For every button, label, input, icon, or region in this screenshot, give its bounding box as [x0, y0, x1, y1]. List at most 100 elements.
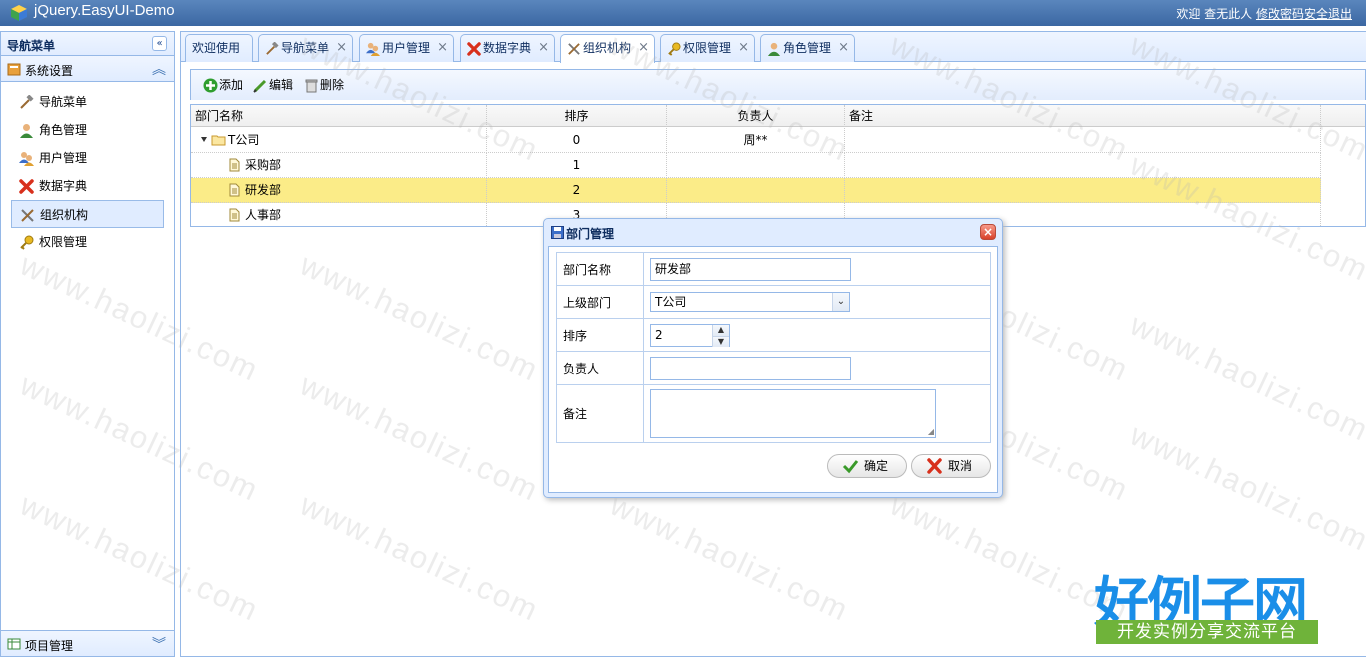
- cancel-x-icon: [927, 458, 942, 474]
- cell-name: 人事部: [191, 203, 487, 226]
- cell-name: 研发部: [191, 178, 487, 203]
- tab-user-management[interactable]: 用户管理 ×: [359, 34, 454, 62]
- tab-label: 权限管理: [683, 41, 732, 55]
- sort-number-spinner[interactable]: 2 ▲ ▼: [650, 323, 730, 347]
- sidebar-item-label: 导航菜单: [39, 95, 88, 109]
- cell-manager: [667, 178, 845, 203]
- tree-expanded-icon[interactable]: [201, 137, 207, 142]
- top-header: jQuery.EasyUI-Demo 欢迎 查无此人 修改密码安全退出: [0, 0, 1366, 26]
- tab-welcome[interactable]: 欢迎使用: [185, 34, 253, 62]
- logout-link[interactable]: 安全退出: [1304, 7, 1352, 21]
- change-password-link[interactable]: 修改密码: [1256, 7, 1304, 21]
- spinner-up-icon[interactable]: ▲: [712, 324, 729, 336]
- dialog-header[interactable]: 部门管理 ×: [544, 219, 1002, 245]
- tab-label: 导航菜单: [281, 41, 330, 55]
- confirm-button-label: 确定: [864, 459, 889, 473]
- welcome-text: 欢迎 查无此人: [1176, 7, 1253, 21]
- tab-permission[interactable]: 权限管理 ×: [660, 34, 755, 62]
- chevron-down-icon[interactable]: ︾: [152, 634, 166, 654]
- department-name-input[interactable]: 研发部: [650, 257, 851, 281]
- sidebar-item-nav-menu[interactable]: 导航菜单: [11, 88, 164, 116]
- file-icon: [229, 183, 240, 197]
- tools-icon: [568, 42, 580, 55]
- cell-remark: [845, 153, 1321, 178]
- cancel-button-label: 取消: [948, 459, 973, 473]
- tab-bar: 欢迎使用 导航菜单 × 用户管理 × 数据字典 × 组织机构 × 权限管理 × …: [181, 32, 1366, 63]
- add-button[interactable]: 添加: [203, 77, 243, 95]
- sidebar-item-data-dictionary[interactable]: 数据字典: [11, 172, 164, 200]
- sidebar-item-label: 权限管理: [39, 235, 88, 249]
- hammer-icon: [266, 41, 279, 55]
- chevron-down-icon[interactable]: ⌄: [832, 293, 849, 311]
- red-x-icon: [19, 179, 34, 194]
- key-icon: [668, 41, 681, 56]
- sidebar-item-role-management[interactable]: 角色管理: [11, 116, 164, 144]
- tab-nav-menu[interactable]: 导航菜单 ×: [258, 34, 353, 62]
- save-icon: [551, 226, 564, 239]
- accordion-title-projects: 项目管理: [25, 639, 74, 653]
- table-row[interactable]: T公司 0 周**: [191, 128, 1321, 153]
- department-dialog: 部门管理 × 部门名称 研发部 上级部门 T公司 ⌄ 排序 2 ▲ ▼ 负责人 备注 …: [543, 218, 1003, 498]
- column-header-name[interactable]: 部门名称: [191, 105, 487, 127]
- manager-input[interactable]: [650, 356, 851, 380]
- tab-label: 数据字典: [483, 41, 532, 55]
- department-name: 采购部: [245, 158, 282, 172]
- cell-manager: 周**: [667, 128, 845, 153]
- close-icon[interactable]: ×: [638, 35, 649, 61]
- delete-button[interactable]: 删除: [304, 77, 344, 95]
- tools-icon: [21, 209, 34, 222]
- label-department-name: 部门名称: [556, 252, 644, 286]
- chevron-up-icon[interactable]: ︽: [152, 59, 166, 79]
- department-name: 人事部: [245, 208, 282, 222]
- user-icon: [20, 124, 33, 138]
- table-row[interactable]: 采购部 1: [191, 153, 1321, 178]
- edit-button[interactable]: 编辑: [253, 77, 293, 95]
- cancel-button[interactable]: 取消: [911, 454, 991, 478]
- check-icon: [842, 460, 859, 474]
- close-icon[interactable]: ×: [437, 35, 448, 61]
- brand-tagline: 开发实例分享交流平台: [1096, 620, 1318, 644]
- dialog-title: 部门管理: [566, 227, 615, 241]
- parent-department-value: T公司: [655, 295, 687, 309]
- tab-role-management[interactable]: 角色管理 ×: [760, 34, 855, 62]
- sidebar-item-user-management[interactable]: 用户管理: [11, 144, 164, 172]
- accordion-header-projects[interactable]: 项目管理 ︾: [1, 630, 174, 656]
- close-icon[interactable]: ×: [538, 35, 549, 61]
- parent-department-select[interactable]: T公司 ⌄: [650, 292, 850, 312]
- department-name: T公司: [228, 133, 260, 147]
- column-header-manager[interactable]: 负责人: [667, 105, 845, 127]
- cell-name: 采购部: [191, 153, 487, 178]
- close-icon[interactable]: ×: [838, 35, 849, 61]
- spinner-down-icon[interactable]: ▼: [712, 335, 729, 347]
- users-icon: [366, 42, 380, 56]
- confirm-button[interactable]: 确定: [827, 454, 907, 478]
- add-icon: [203, 78, 218, 93]
- tab-label: 用户管理: [382, 41, 431, 55]
- sidebar-item-label: 用户管理: [39, 151, 88, 165]
- cell-remark: [845, 128, 1321, 153]
- tab-organization[interactable]: 组织机构 ×: [560, 34, 655, 63]
- pencil-icon: [253, 79, 267, 93]
- close-icon[interactable]: ×: [336, 35, 347, 61]
- remark-textarea[interactable]: ◢: [650, 389, 936, 438]
- sidebar-item-label: 组织机构: [40, 208, 89, 222]
- label-manager: 负责人: [556, 351, 644, 385]
- table-row-selected[interactable]: 研发部 2: [191, 178, 1321, 203]
- department-name: 研发部: [245, 183, 282, 197]
- label-parent-department: 上级部门: [556, 285, 644, 319]
- cell-manager: [667, 153, 845, 178]
- cell-sort: 1: [487, 153, 667, 178]
- sidebar-item-permission[interactable]: 权限管理: [11, 228, 164, 256]
- file-icon: [229, 208, 240, 222]
- close-dialog-icon[interactable]: ×: [980, 224, 996, 240]
- hammer-icon: [20, 95, 34, 109]
- close-icon[interactable]: ×: [738, 35, 749, 61]
- sidebar-item-organization[interactable]: 组织机构: [11, 200, 164, 228]
- sort-value: 2: [655, 327, 663, 342]
- accordion-header-settings[interactable]: 系统设置 ︽: [1, 56, 174, 82]
- column-header-remark[interactable]: 备注: [845, 105, 1321, 127]
- tab-data-dictionary[interactable]: 数据字典 ×: [460, 34, 555, 62]
- resize-grip-icon[interactable]: ◢: [928, 427, 934, 436]
- collapse-sidebar-icon[interactable]: «: [152, 36, 167, 51]
- column-header-sort[interactable]: 排序: [487, 105, 667, 127]
